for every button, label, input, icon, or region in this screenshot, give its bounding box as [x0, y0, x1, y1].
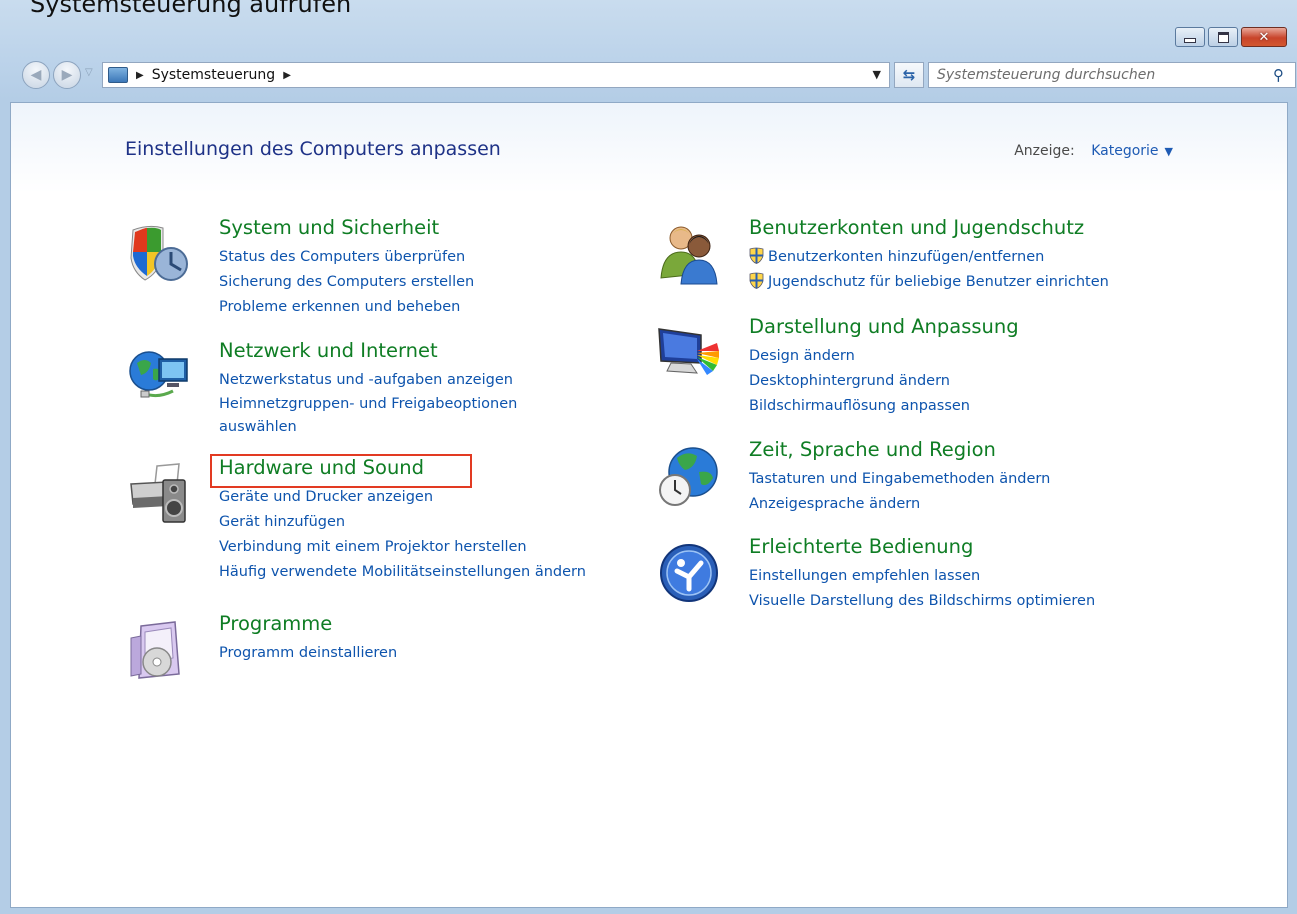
category-title[interactable]: System und Sicherheit: [219, 216, 439, 239]
navigation-bar: ◀ ▶ ▽ ▶ Systemsteuerung ▶ ▼ ⇆ ⚲: [20, 59, 1296, 89]
minimize-icon: [1184, 37, 1196, 43]
category-link[interactable]: Probleme erkennen und beheben: [219, 295, 474, 320]
category-link[interactable]: Geräte und Drucker anzeigen: [219, 485, 586, 510]
breadcrumb-separator-icon[interactable]: ▶: [136, 70, 144, 81]
search-input[interactable]: [929, 66, 1273, 84]
control-panel-icon: [108, 67, 128, 83]
network-globe-icon: [129, 351, 188, 398]
cropped-heading: Systemsteuerung aufrufen: [30, 0, 352, 18]
refresh-button[interactable]: ⇆: [894, 62, 924, 88]
category-link[interactable]: Verbindung mit einem Projektor herstelle…: [219, 535, 586, 560]
chevron-down-icon[interactable]: ▼: [1165, 145, 1173, 158]
category-link[interactable]: Bildschirmauflösung anpassen: [749, 394, 970, 419]
view-label: Anzeige:: [1014, 143, 1075, 159]
close-button[interactable]: ✕: [1241, 27, 1287, 47]
breadcrumb-control-panel[interactable]: Systemsteuerung: [152, 67, 275, 83]
category-link[interactable]: Heimnetzgruppen- und Freigabeoptionen au…: [219, 393, 599, 439]
category-title[interactable]: Netzwerk und Internet: [219, 339, 438, 362]
globe-clock-icon: [659, 447, 718, 506]
address-dropdown-icon[interactable]: ▼: [873, 68, 881, 81]
forward-button[interactable]: ▶: [53, 61, 81, 89]
category-title[interactable]: Programme: [219, 612, 332, 635]
category-links: Programm deinstallieren: [219, 641, 397, 666]
category-link[interactable]: Jugendschutz für beliebige Benutzer einr…: [749, 270, 1109, 295]
search-icon[interactable]: ⚲: [1273, 66, 1295, 84]
category-links: Netzwerkstatus und -aufgaben anzeigen He…: [219, 368, 599, 439]
printer-speaker-icon: [130, 463, 186, 523]
monitor-palette-icon: [658, 328, 719, 375]
address-bar[interactable]: ▶ Systemsteuerung ▶ ▼: [102, 62, 890, 88]
close-icon: ✕: [1258, 29, 1270, 45]
category-link[interactable]: Einstellungen empfehlen lassen: [749, 564, 1095, 589]
ease-of-access-icon: [660, 544, 718, 602]
category-links: Einstellungen empfehlen lassen Visuelle …: [749, 564, 1095, 614]
category-title[interactable]: Benutzerkonten und Jugendschutz: [749, 216, 1084, 239]
minimize-button[interactable]: [1175, 27, 1205, 47]
category-link[interactable]: Sicherung des Computers erstellen: [219, 270, 474, 295]
category-link[interactable]: Häufig verwendete Mobilitätseinstellunge…: [219, 560, 586, 585]
uac-shield-icon: [749, 247, 764, 264]
search-box[interactable]: ⚲: [928, 62, 1296, 88]
category-title[interactable]: Zeit, Sprache und Region: [749, 438, 996, 461]
category-link[interactable]: Benutzerkonten hinzufügen/entfernen: [749, 245, 1109, 270]
forward-arrow-icon: ▶: [61, 67, 73, 83]
view-value-dropdown[interactable]: Kategorie: [1091, 143, 1158, 159]
maximize-button[interactable]: [1208, 27, 1238, 47]
window-frame: Systemsteuerung aufrufen ✕ ◀ ▶ ▽ ▶ Syste…: [0, 0, 1297, 914]
category-title[interactable]: Darstellung und Anpassung: [749, 315, 1019, 338]
category-link[interactable]: Netzwerkstatus und -aufgaben anzeigen: [219, 368, 599, 393]
shield-security-icon: [130, 225, 188, 281]
view-selector: Anzeige: Kategorie ▼: [1014, 143, 1173, 159]
content-area: Einstellungen des Computers anpassen Anz…: [10, 102, 1288, 908]
maximize-icon: [1217, 31, 1229, 43]
category-link-label: Benutzerkonten hinzufügen/entfernen: [768, 249, 1045, 265]
breadcrumb-separator-icon[interactable]: ▶: [283, 70, 291, 81]
refresh-icon: ⇆: [902, 66, 916, 84]
category-link[interactable]: Desktophintergrund ändern: [749, 369, 970, 394]
back-button[interactable]: ◀: [22, 61, 50, 89]
category-links: Benutzerkonten hinzufügen/entfernen Juge…: [749, 245, 1109, 295]
caption-buttons: ✕: [1172, 27, 1287, 47]
category-link[interactable]: Gerät hinzufügen: [219, 510, 586, 535]
history-dropdown-icon[interactable]: ▽: [85, 67, 97, 79]
category-title[interactable]: Erleichterte Bedienung: [749, 535, 973, 558]
category-links: Geräte und Drucker anzeigen Gerät hinzuf…: [219, 485, 586, 585]
back-arrow-icon: ◀: [30, 67, 42, 83]
category-links: Design ändern Desktophintergrund ändern …: [749, 344, 970, 419]
highlight-box: [210, 454, 472, 488]
category-links: Status des Computers überprüfen Sicherun…: [219, 245, 474, 320]
category-link[interactable]: Anzeigesprache ändern: [749, 492, 1050, 517]
category-link[interactable]: Programm deinstallieren: [219, 641, 397, 666]
category-link[interactable]: Visuelle Darstellung des Bildschirms opt…: [749, 589, 1095, 614]
page-title: Einstellungen des Computers anpassen: [125, 138, 501, 160]
category-link[interactable]: Tastaturen und Eingabemethoden ändern: [749, 467, 1050, 492]
users-icon: [660, 226, 718, 285]
category-link[interactable]: Status des Computers überprüfen: [219, 245, 474, 270]
category-link[interactable]: Design ändern: [749, 344, 970, 369]
uac-shield-icon: [749, 272, 764, 289]
programs-box-icon: [130, 621, 180, 679]
category-links: Tastaturen und Eingabemethoden ändern An…: [749, 467, 1050, 517]
category-link-label: Jugendschutz für beliebige Benutzer einr…: [768, 274, 1109, 290]
